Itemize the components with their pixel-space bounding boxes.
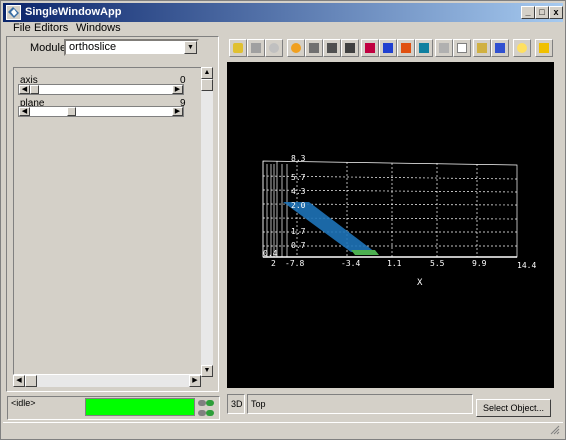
light-icon bbox=[517, 43, 527, 53]
mode-3d-indicator: 3D bbox=[227, 394, 245, 414]
render-button[interactable] bbox=[247, 39, 265, 57]
camera-button[interactable] bbox=[229, 39, 247, 57]
lightning-button[interactable] bbox=[535, 39, 553, 57]
scroll-thumb[interactable] bbox=[201, 79, 213, 91]
modules-select[interactable]: orthoslice ▼ bbox=[64, 39, 199, 56]
axis-slider-thumb[interactable] bbox=[30, 85, 39, 94]
grid-panel-button[interactable] bbox=[435, 39, 453, 57]
grid-panel-icon bbox=[439, 43, 449, 53]
x-tick-label: 2 bbox=[271, 259, 276, 268]
app-window: SingleWindowApp _ □ x File Editors Windo… bbox=[0, 0, 566, 440]
toggle-icon[interactable] bbox=[198, 410, 206, 416]
y-tick-label: 5.7 bbox=[291, 173, 306, 182]
app-icon bbox=[6, 5, 21, 20]
color-cube-red-button[interactable] bbox=[361, 39, 379, 57]
layout-button[interactable] bbox=[473, 39, 491, 57]
y-tick-label: 0.4 bbox=[263, 249, 278, 258]
slider-right-arrow-icon[interactable]: ▶ bbox=[172, 107, 183, 116]
y-tick-label: 1.7 bbox=[291, 227, 306, 236]
translate-icon bbox=[327, 43, 337, 53]
translate-button[interactable] bbox=[323, 39, 341, 57]
plane-slider-thumb[interactable] bbox=[67, 107, 77, 116]
toggle-icon[interactable] bbox=[198, 400, 206, 406]
menu-editors[interactable]: Editors bbox=[34, 22, 68, 34]
color-cube-teal-icon bbox=[419, 43, 429, 53]
minimize-button[interactable]: _ bbox=[521, 6, 535, 19]
progress-bar bbox=[85, 398, 195, 416]
resize-grip-icon[interactable] bbox=[550, 425, 560, 435]
status-bar bbox=[3, 422, 563, 438]
menu-bar: File Editors Windows bbox=[3, 22, 563, 35]
x-tick-label: -3.4 bbox=[341, 259, 360, 268]
x-tick-label: 9.9 bbox=[472, 259, 487, 268]
x-tick-label: -7.8 bbox=[285, 259, 304, 268]
modules-selected-value: orthoslice bbox=[69, 41, 117, 53]
color-cube-teal-button[interactable] bbox=[415, 39, 433, 57]
y-tick-label: 2.0 bbox=[291, 201, 306, 210]
render-icon bbox=[251, 43, 261, 53]
x-tick-label: 5.5 bbox=[430, 259, 445, 268]
menu-windows[interactable]: Windows bbox=[76, 22, 121, 34]
window-icon bbox=[495, 43, 505, 53]
plane-slider[interactable]: ◀ ▶ bbox=[18, 106, 184, 117]
parameter-panel: axis 0 ◀ ▶ plane 9 ◀ ▶ bbox=[13, 67, 213, 375]
scroll-down-icon[interactable]: ▼ bbox=[201, 365, 213, 377]
x-tick-label: 1.1 bbox=[387, 259, 402, 268]
pan-cross-icon bbox=[345, 43, 355, 53]
hscroll-thumb[interactable] bbox=[25, 375, 37, 387]
axis-slider[interactable]: ◀ ▶ bbox=[18, 84, 184, 95]
toggle-on-icon[interactable] bbox=[206, 400, 214, 406]
color-cube-orange-icon bbox=[401, 43, 411, 53]
select-object-button[interactable]: Select Object... bbox=[476, 399, 551, 417]
lightning-icon bbox=[539, 43, 549, 53]
maximize-button[interactable]: □ bbox=[535, 6, 549, 19]
scroll-right-icon[interactable]: ▶ bbox=[189, 375, 201, 387]
idle-status: <idle> bbox=[11, 398, 36, 408]
slider-right-arrow-icon[interactable]: ▶ bbox=[172, 85, 183, 94]
window-button[interactable] bbox=[491, 39, 509, 57]
rotate-icon bbox=[291, 43, 301, 53]
table-panel-icon bbox=[457, 43, 467, 53]
pan-cross-button[interactable] bbox=[341, 39, 359, 57]
viewport-3d[interactable]: 2 -7.8 -3.4 1.1 5.5 9.9 14.4 8.3 5.7 4.3… bbox=[227, 62, 554, 388]
scroll-left-icon[interactable]: ◀ bbox=[13, 375, 25, 387]
color-cube-red-icon bbox=[365, 43, 375, 53]
rotate-button[interactable] bbox=[287, 39, 305, 57]
camera-icon bbox=[233, 43, 243, 53]
horizontal-scrollbar[interactable]: ◀ ▶ bbox=[13, 375, 201, 387]
zoom-box-icon bbox=[309, 43, 319, 53]
x-axis-label: X bbox=[417, 278, 423, 288]
menu-file[interactable]: File bbox=[13, 22, 31, 34]
x-tick-label: 14.4 bbox=[517, 261, 536, 270]
y-tick-label: 4.3 bbox=[291, 187, 306, 196]
y-tick-label: 0.7 bbox=[291, 241, 306, 250]
color-cube-orange-button[interactable] bbox=[397, 39, 415, 57]
slider-left-arrow-icon[interactable]: ◀ bbox=[19, 85, 30, 94]
close-button[interactable]: x bbox=[549, 6, 563, 19]
toggle-on-icon[interactable] bbox=[206, 410, 214, 416]
person-icon bbox=[269, 43, 279, 53]
layout-icon bbox=[477, 43, 487, 53]
chevron-down-icon[interactable]: ▼ bbox=[184, 41, 197, 54]
slice-edge bbox=[351, 250, 379, 255]
scroll-up-icon[interactable]: ▲ bbox=[201, 67, 213, 79]
title-bar: SingleWindowApp _ □ x bbox=[3, 3, 563, 22]
view-label: Top bbox=[247, 394, 473, 414]
y-tick-label: 8.3 bbox=[291, 154, 306, 163]
zoom-box-button[interactable] bbox=[305, 39, 323, 57]
vertical-scrollbar[interactable]: ▲ ▼ bbox=[201, 67, 213, 377]
color-cube-blue-icon bbox=[383, 43, 393, 53]
person-button[interactable] bbox=[265, 39, 283, 57]
slider-left-arrow-icon[interactable]: ◀ bbox=[19, 107, 30, 116]
window-title: SingleWindowApp bbox=[25, 6, 122, 18]
viewport-scene: 2 -7.8 -3.4 1.1 5.5 9.9 14.4 8.3 5.7 4.3… bbox=[262, 154, 536, 288]
table-panel-button[interactable] bbox=[453, 39, 471, 57]
color-cube-blue-button[interactable] bbox=[379, 39, 397, 57]
light-button[interactable] bbox=[513, 39, 531, 57]
